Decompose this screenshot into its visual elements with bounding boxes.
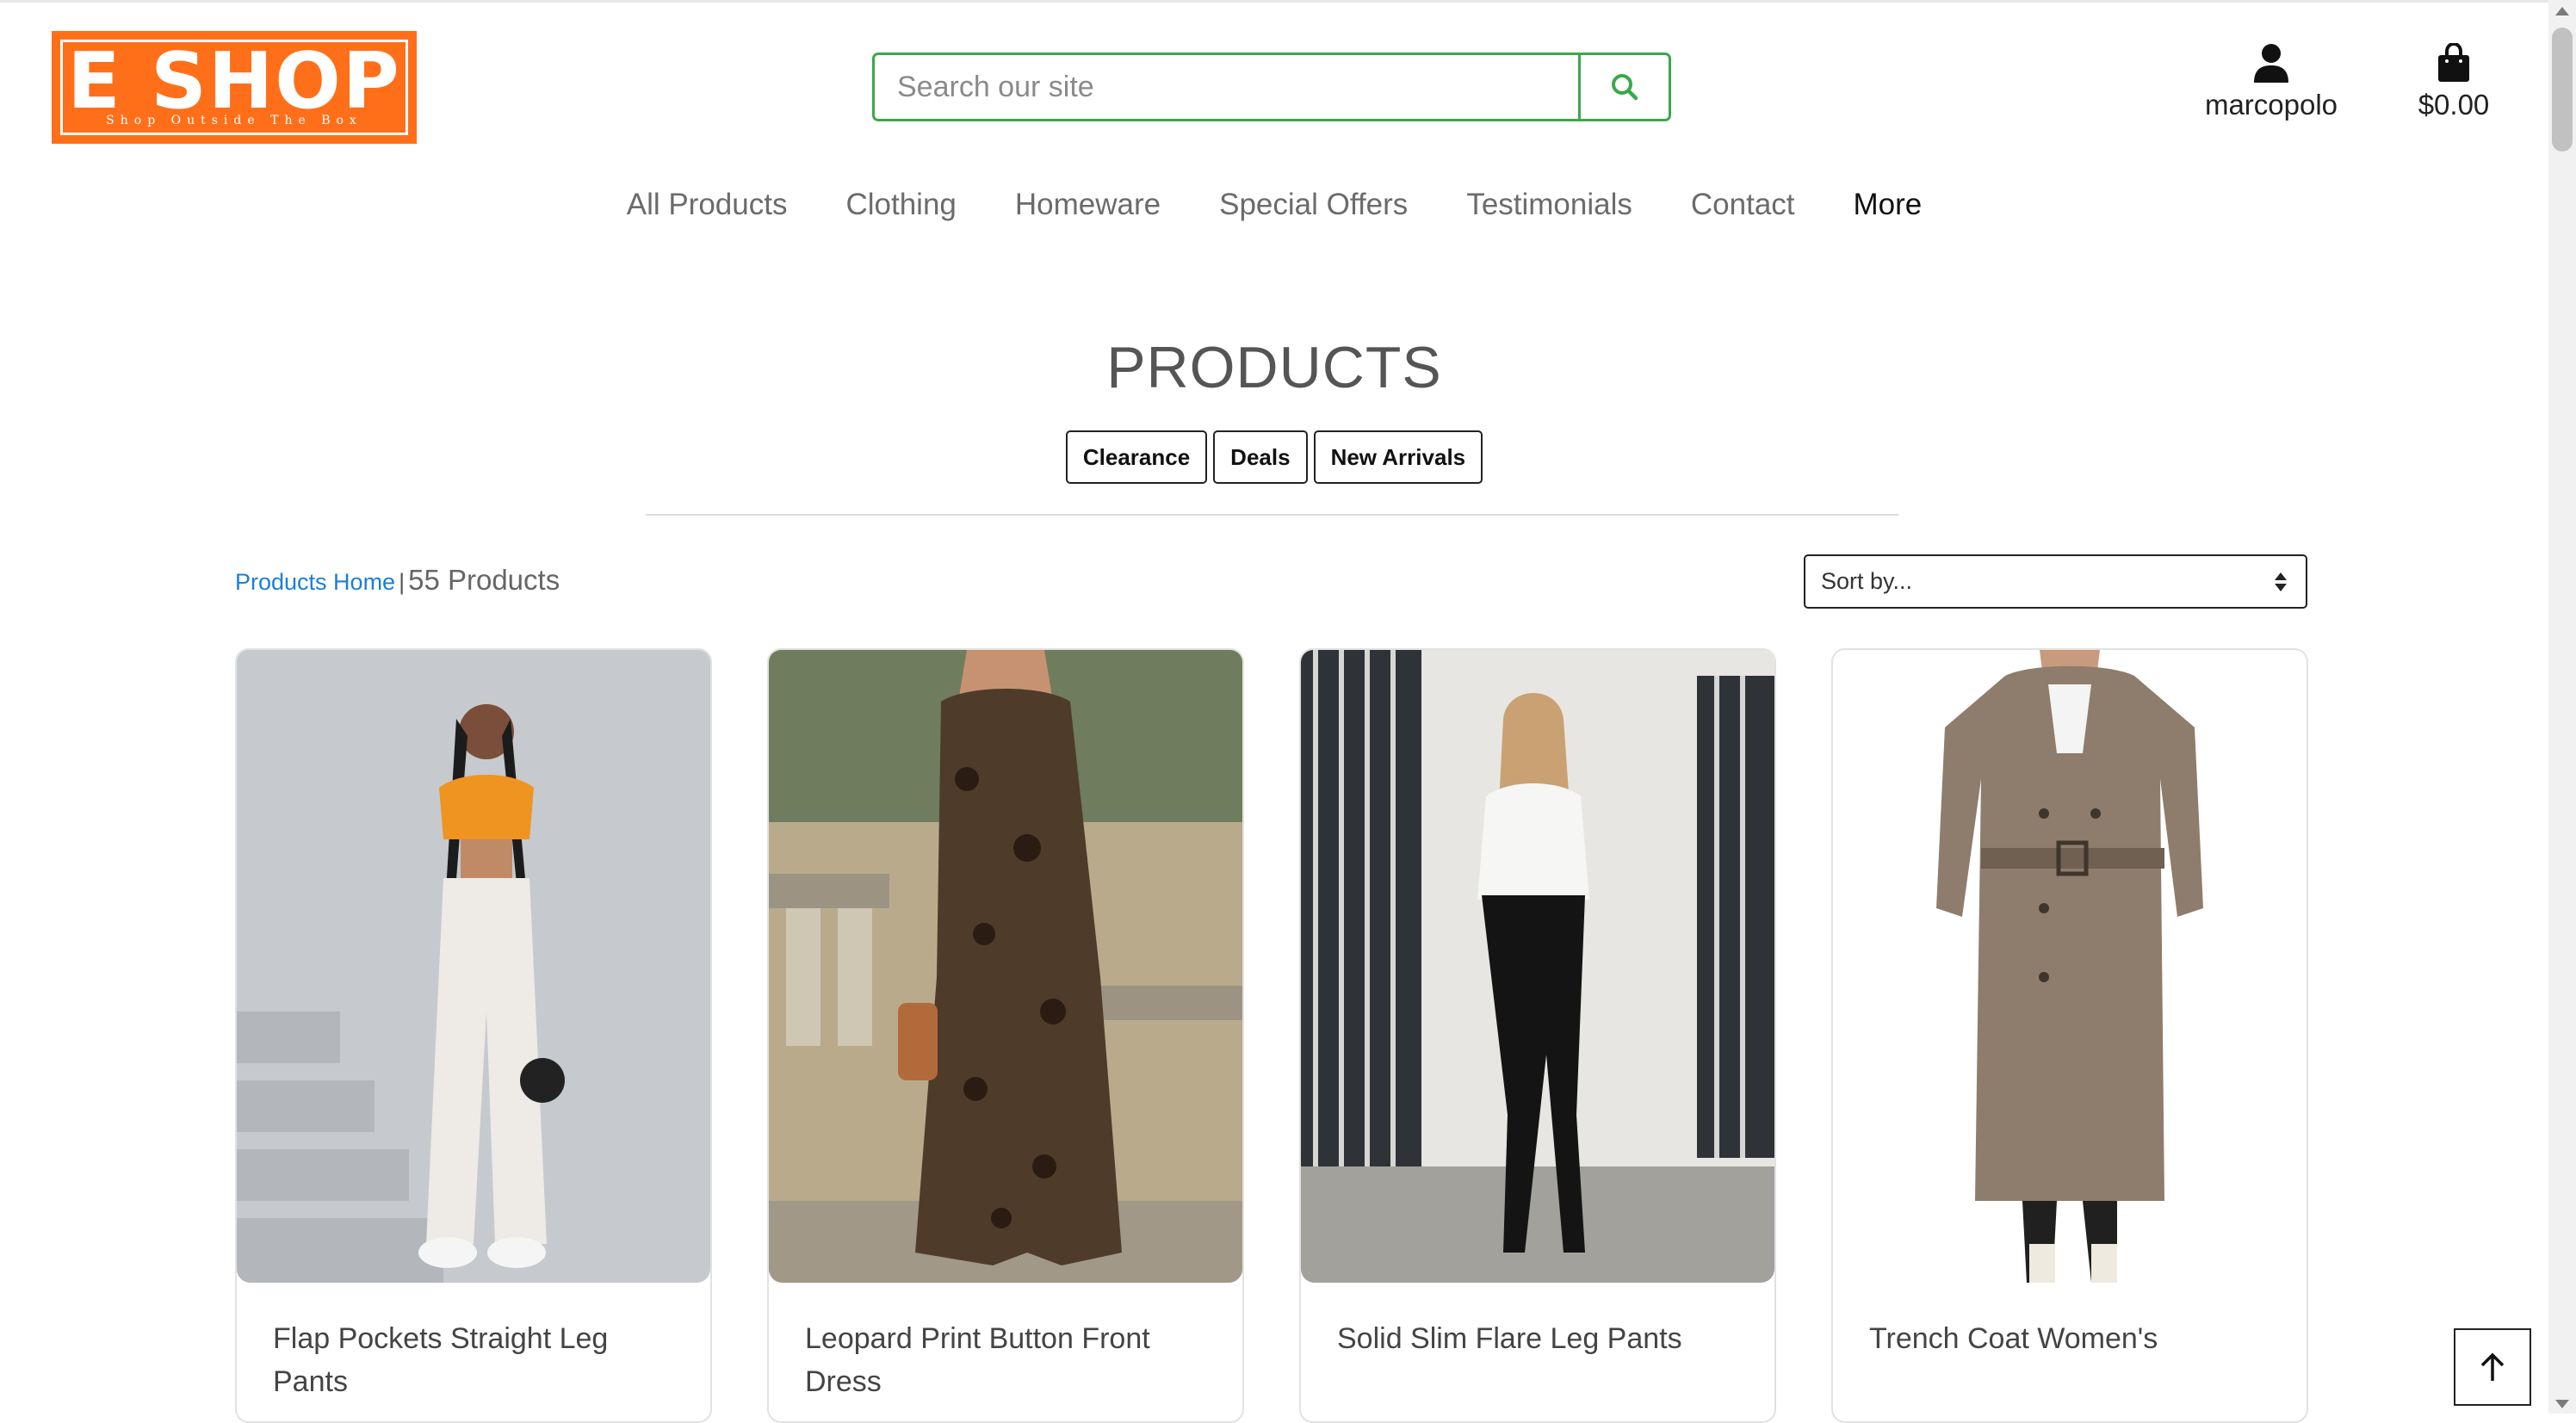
logo-title: E SHOP xyxy=(67,36,401,127)
product-title[interactable]: Solid Slim Flare Leg Pants xyxy=(1337,1317,1749,1360)
eshop-logo[interactable]: E SHOP Shop Outside The Box xyxy=(52,31,417,144)
product-title[interactable]: Leopard Print Button Front Dress xyxy=(805,1317,1217,1403)
nav-clothing[interactable]: Clothing xyxy=(845,188,956,222)
clearance-button[interactable]: Clearance xyxy=(1065,430,1208,484)
new-arrivals-button[interactable]: New Arrivals xyxy=(1313,430,1483,484)
nav-homeware[interactable]: Homeware xyxy=(1015,188,1161,222)
nav-more[interactable]: More xyxy=(1854,188,1923,222)
product-card[interactable]: Flap Pockets Straight Leg Pants xyxy=(235,648,712,1423)
account-username: marcopolo xyxy=(2204,89,2338,121)
sort-select[interactable]: Sort by... xyxy=(1804,554,2307,609)
product-title[interactable]: Flap Pockets Straight Leg Pants xyxy=(273,1317,684,1403)
breadcrumb-separator: | xyxy=(399,569,406,595)
product-title[interactable]: Trench Coat Women's xyxy=(1869,1317,2281,1360)
product-card[interactable]: Solid Slim Flare Leg Pants xyxy=(1299,648,1776,1423)
product-card[interactable]: Trench Coat Women's xyxy=(1831,648,2308,1423)
arrow-up-icon xyxy=(2480,1352,2505,1381)
shopping-bag-link[interactable]: $0.00 xyxy=(2411,41,2497,121)
filter-buttons: Clearance Deals New Arrivals xyxy=(0,430,2548,484)
sort-arrows-icon xyxy=(2275,572,2287,591)
page-scrollbar[interactable] xyxy=(2548,0,2576,1414)
product-image[interactable] xyxy=(769,650,1242,1283)
sort-selected-value: Sort by... xyxy=(1821,568,1913,594)
nav-special-offers[interactable]: Special Offers xyxy=(1219,188,1408,222)
scroll-down-arrow-icon[interactable] xyxy=(2555,1400,2569,1408)
search-button[interactable] xyxy=(1578,55,1669,119)
main-nav: All Products Clothing Homeware Special O… xyxy=(0,188,2548,222)
page-title: PRODUCTS xyxy=(1106,335,1442,400)
back-to-top-button[interactable] xyxy=(2454,1328,2531,1406)
nav-contact[interactable]: Contact xyxy=(1691,188,1795,222)
nav-testimonials[interactable]: Testimonials xyxy=(1466,188,1632,222)
scroll-up-arrow-icon[interactable] xyxy=(2555,7,2569,15)
top-border xyxy=(0,0,2548,3)
deals-button[interactable]: Deals xyxy=(1213,430,1308,484)
search-form xyxy=(872,53,1671,121)
product-image[interactable] xyxy=(237,650,710,1283)
product-image[interactable] xyxy=(1833,650,2307,1283)
nav-all-products[interactable]: All Products xyxy=(627,188,788,222)
product-count: 55 Products xyxy=(408,564,560,596)
shopping-bag-icon xyxy=(2438,41,2469,82)
bag-total: $0.00 xyxy=(2418,89,2490,121)
product-card[interactable]: Leopard Print Button Front Dress xyxy=(767,648,1244,1423)
search-icon xyxy=(1612,74,1638,101)
user-icon xyxy=(2254,44,2288,83)
breadcrumb: Products Home | 55 Products xyxy=(235,564,560,597)
product-image[interactable] xyxy=(1301,650,1774,1283)
account-link[interactable]: marcopolo xyxy=(2202,43,2340,121)
products-home-link[interactable]: Products Home xyxy=(235,569,395,595)
logo-tagline: Shop Outside The Box xyxy=(106,114,362,127)
heading-divider xyxy=(646,514,1898,516)
scroll-thumb[interactable] xyxy=(2552,28,2573,152)
search-input[interactable] xyxy=(875,55,1578,119)
logo-frame: E SHOP Shop Outside The Box xyxy=(60,40,408,135)
